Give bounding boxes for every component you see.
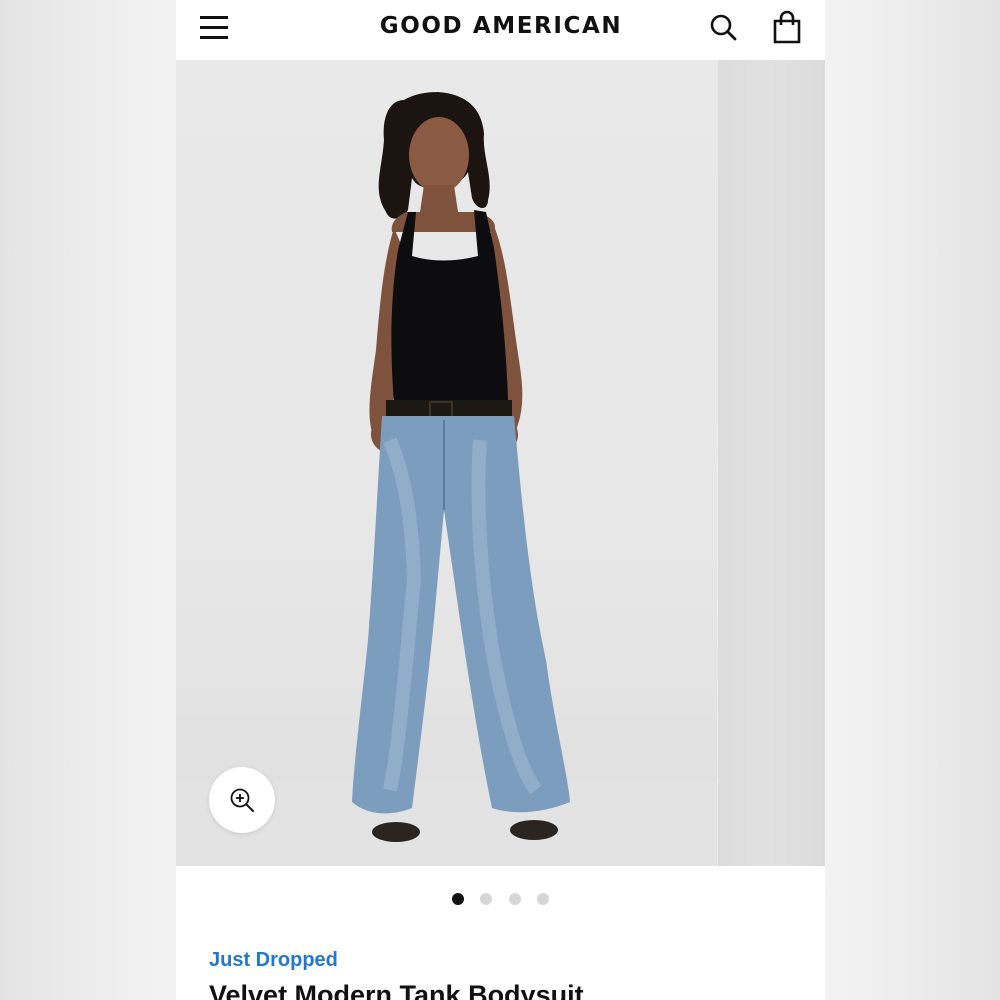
model-figure [352, 92, 570, 842]
hamburger-menu-icon[interactable] [198, 13, 232, 43]
brand-logo[interactable]: GOOD AMERICAN [326, 13, 676, 39]
product-tag: Just Dropped [209, 949, 338, 971]
gallery-dot-3[interactable] [508, 893, 521, 905]
search-icon[interactable] [706, 10, 742, 46]
site-header: GOOD AMERICAN [176, 0, 825, 60]
blurred-backdrop-right [825, 0, 1000, 1000]
gallery-dot-1[interactable] [451, 893, 464, 905]
gallery-dot-2[interactable] [480, 893, 493, 905]
next-product-photo-peek[interactable] [718, 60, 825, 866]
product-image-gallery[interactable] [176, 60, 825, 866]
shopping-bag-icon[interactable] [768, 8, 806, 46]
zoom-in-icon [230, 788, 254, 812]
gallery-pagination [176, 892, 825, 908]
blurred-backdrop-left [0, 0, 176, 1000]
product-photo[interactable] [176, 60, 717, 866]
product-title: Velvet Modern Tank Bodysuit [209, 980, 584, 1000]
zoom-in-button[interactable] [209, 767, 275, 833]
gallery-dot-4[interactable] [537, 893, 550, 905]
phone-screen: GOOD AMERICAN Just Dropped Velvet Modern… [176, 0, 825, 1000]
